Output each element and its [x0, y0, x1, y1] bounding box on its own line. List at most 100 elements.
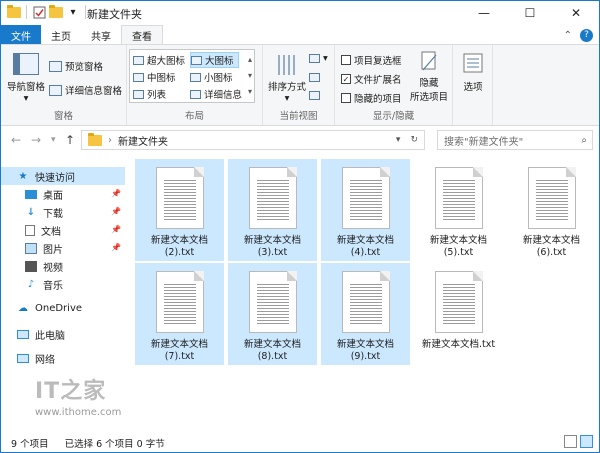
sort-by-button[interactable]: 排序方式 ▾ [267, 53, 307, 104]
chevron-down-icon: ▾ [51, 135, 56, 145]
file-extensions-label: 文件扩展名 [354, 75, 402, 86]
nav-item-desktop[interactable]: 桌面 [1, 187, 63, 202]
pin-icon: 📌 [111, 207, 121, 216]
back-arrow-icon: ← [11, 133, 22, 147]
file-item[interactable]: 新建文本文档 (3).txt [228, 159, 317, 261]
text-file-icon [434, 167, 483, 229]
maximize-button[interactable]: ☐ [507, 1, 553, 25]
sort-by-label: 排序方式 [267, 82, 306, 93]
details-pane-icon [49, 84, 62, 96]
pin-icon: 📌 [111, 243, 121, 252]
add-columns-button[interactable] [309, 73, 320, 82]
file-name-line1: 新建文本文档 [336, 235, 394, 246]
search-icon[interactable]: ⌕ [581, 135, 587, 146]
nav-quick-access[interactable]: ★ 快速访问 [1, 167, 125, 185]
file-extensions-toggle[interactable]: ✓ 文件扩展名 [341, 72, 402, 86]
layout-scroll[interactable]: ▴ ▾ ▾ [248, 52, 252, 100]
file-item[interactable]: 新建文本文档 (6).txt [507, 159, 596, 261]
refresh-icon[interactable]: ↻ [410, 135, 418, 145]
file-item[interactable]: 新建文本文档 (2).txt [135, 159, 224, 261]
collapse-ribbon-icon[interactable]: ⌃ [564, 30, 572, 41]
nav-network[interactable]: 网络 [1, 351, 55, 366]
videos-icon [25, 261, 37, 272]
tab-home[interactable]: 主页 [41, 25, 81, 45]
hidden-items-label: 隐藏的项目 [354, 94, 402, 105]
nav-label: 视频 [43, 263, 63, 274]
up-button[interactable]: ↑ [65, 133, 75, 147]
nav-item-documents[interactable]: 文档 [1, 223, 61, 238]
properties-icon[interactable] [32, 5, 46, 19]
file-name-line2: (7).txt [164, 351, 195, 362]
file-item[interactable]: 新建文本文档 (4).txt [321, 159, 410, 261]
breadcrumb-current[interactable]: 新建文件夹 [118, 133, 168, 148]
hidden-items-checkbox[interactable] [341, 93, 351, 103]
layout-details[interactable]: 详细信息 [190, 87, 242, 101]
address-dropdown-icon[interactable]: ▾ [396, 135, 401, 145]
hidden-items-toggle[interactable]: 隐藏的项目 [341, 91, 402, 105]
maximize-icon: ☐ [524, 6, 536, 20]
file-name: 新建文本文档 (4).txt [323, 235, 409, 259]
file-name: 新建文本文档 (6).txt [509, 235, 595, 259]
nav-onedrive[interactable]: ☁ OneDrive [1, 303, 82, 314]
download-icon: ↓ [26, 207, 36, 218]
status-item-count: 9 个项目 [11, 438, 49, 450]
options-button[interactable]: 选项 [457, 53, 489, 93]
breadcrumb-separator-icon[interactable]: › [108, 135, 112, 146]
text-file-icon [527, 167, 576, 229]
hide-selected-button[interactable]: 隐藏 所选项目 [407, 51, 451, 103]
address-bar[interactable]: › 新建文件夹 ▾ ↻ [81, 130, 425, 150]
nav-label: 下载 [43, 209, 63, 220]
tab-file[interactable]: 文件 [1, 25, 41, 45]
nav-pane-button[interactable]: 导航窗格 ▾ [5, 53, 47, 104]
file-name: 新建文本文档.txt [416, 339, 502, 351]
help-icon[interactable]: ? [580, 28, 593, 42]
large-icons-view-icon[interactable] [580, 435, 593, 448]
group-by-button[interactable]: ▾ [309, 53, 328, 64]
tab-view[interactable]: 查看 [121, 25, 163, 45]
size-columns-icon [309, 91, 320, 100]
details-pane-button[interactable]: 详细信息窗格 [49, 83, 122, 97]
hide-selected-label-2: 所选项目 [409, 92, 448, 103]
layout-extra-large-icons[interactable]: 超大图标 [133, 53, 185, 67]
tab-share[interactable]: 共享 [81, 25, 121, 45]
nav-item-videos[interactable]: 视频 [1, 259, 63, 274]
nav-item-music[interactable]: ♪ 音乐 [1, 277, 63, 292]
details-view-icon[interactable] [564, 435, 577, 448]
qat-dropdown-icon[interactable]: ▾ [66, 5, 80, 19]
minimize-button[interactable]: — [461, 1, 507, 25]
network-icon [17, 354, 29, 363]
recent-locations-button[interactable]: ▾ [51, 135, 56, 145]
item-checkboxes-checkbox[interactable] [341, 55, 351, 65]
extra-large-icons-icon [133, 55, 144, 65]
file-item[interactable]: 新建文本文档.txt [414, 263, 503, 365]
nav-item-downloads[interactable]: ↓ 下载 [1, 205, 63, 220]
file-item[interactable]: 新建文本文档 (9).txt [321, 263, 410, 365]
file-item[interactable]: 新建文本文档 (5).txt [414, 159, 503, 261]
text-file-icon [341, 167, 390, 229]
file-name-line2: (5).txt [443, 247, 474, 258]
nav-item-pictures[interactable]: 图片 [1, 241, 63, 256]
file-name: 新建文本文档 (3).txt [230, 235, 316, 259]
file-item[interactable]: 新建文本文档 (7).txt [135, 263, 224, 365]
back-button[interactable]: ← [11, 133, 21, 147]
item-checkboxes-toggle[interactable]: 项目复选框 [341, 53, 402, 67]
window-title: 新建文件夹 [87, 8, 142, 21]
dropdown-arrow-icon: ▾ [284, 93, 290, 104]
size-columns-button[interactable] [309, 91, 320, 100]
search-input[interactable]: 搜索"新建文件夹" ⌕ [437, 130, 593, 150]
folder-app-icon [7, 4, 21, 19]
close-button[interactable]: ✕ [553, 1, 599, 25]
pin-icon: 📌 [111, 225, 121, 234]
layout-small-icons[interactable]: 小图标 [190, 70, 233, 84]
new-folder-icon[interactable] [49, 4, 63, 19]
nav-this-pc[interactable]: 此电脑 [1, 327, 65, 342]
forward-button[interactable]: → [31, 133, 41, 147]
text-file-icon [155, 271, 204, 333]
file-item[interactable]: 新建文本文档 (8).txt [228, 263, 317, 365]
layout-label: 大图标 [205, 56, 234, 67]
layout-medium-icons[interactable]: 中图标 [133, 70, 176, 84]
preview-pane-button[interactable]: 预览窗格 [49, 59, 103, 73]
file-extensions-checkbox[interactable]: ✓ [341, 74, 351, 84]
layout-large-icons[interactable]: 大图标 [190, 52, 239, 68]
layout-list[interactable]: 列表 [133, 87, 166, 101]
